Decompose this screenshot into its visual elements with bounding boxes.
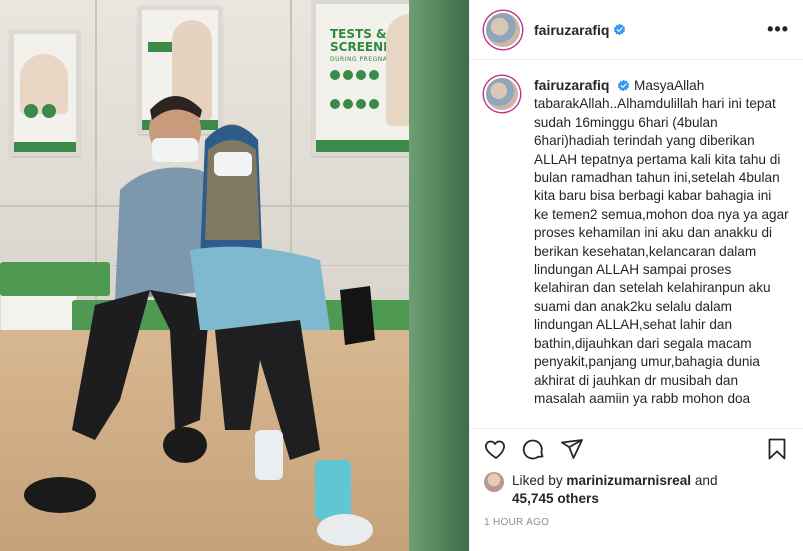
bookmark-icon[interactable] bbox=[765, 437, 789, 461]
caption-text: MasyaAllah tabarakAllah..Alhamdulillah h… bbox=[534, 78, 793, 406]
share-icon[interactable] bbox=[560, 437, 584, 461]
likes-summary: Liked by marinizumarnisreal and 45,745 o… bbox=[484, 472, 789, 508]
verified-badge-icon bbox=[618, 79, 630, 92]
caption-avatar[interactable] bbox=[484, 76, 520, 112]
post-caption: fairuzarafiq MasyaAllah tabarakAllah..Al… bbox=[470, 60, 803, 422]
more-horizontal-icon[interactable]: ••• bbox=[767, 19, 789, 40]
post-timestamp[interactable]: 1 HOUR AGO bbox=[484, 517, 549, 528]
likes-prefix: Liked by bbox=[512, 473, 567, 488]
couple-figure bbox=[24, 96, 375, 546]
heart-icon[interactable] bbox=[484, 437, 508, 461]
likes-count-link[interactable]: 45,745 others bbox=[512, 491, 599, 506]
liker-avatar[interactable] bbox=[484, 472, 504, 492]
caption-body: fairuzarafiq MasyaAllah tabarakAllah..Al… bbox=[534, 76, 789, 422]
post-sidebar: fairuzarafiq ••• fairuzarafiq MasyaAllah… bbox=[469, 0, 803, 551]
instagram-post: TESTS & SCREENINGS DURING PREGNANCY fair… bbox=[0, 0, 803, 551]
post-photo[interactable]: TESTS & SCREENINGS DURING PREGNANCY bbox=[0, 0, 469, 551]
post-header: fairuzarafiq ••• bbox=[470, 0, 803, 60]
action-bar bbox=[470, 428, 803, 468]
profile-avatar[interactable] bbox=[484, 10, 522, 49]
likes-text: Liked by marinizumarnisreal and 45,745 o… bbox=[512, 472, 718, 508]
comment-icon[interactable] bbox=[522, 437, 546, 461]
verified-badge-icon bbox=[614, 23, 626, 36]
caption-username-link[interactable]: fairuzarafiq bbox=[534, 77, 609, 93]
likes-conjunction: and bbox=[691, 473, 718, 488]
liker-username-link[interactable]: marinizumarnisreal bbox=[566, 473, 691, 488]
username-link[interactable]: fairuzarafiq bbox=[534, 22, 609, 38]
